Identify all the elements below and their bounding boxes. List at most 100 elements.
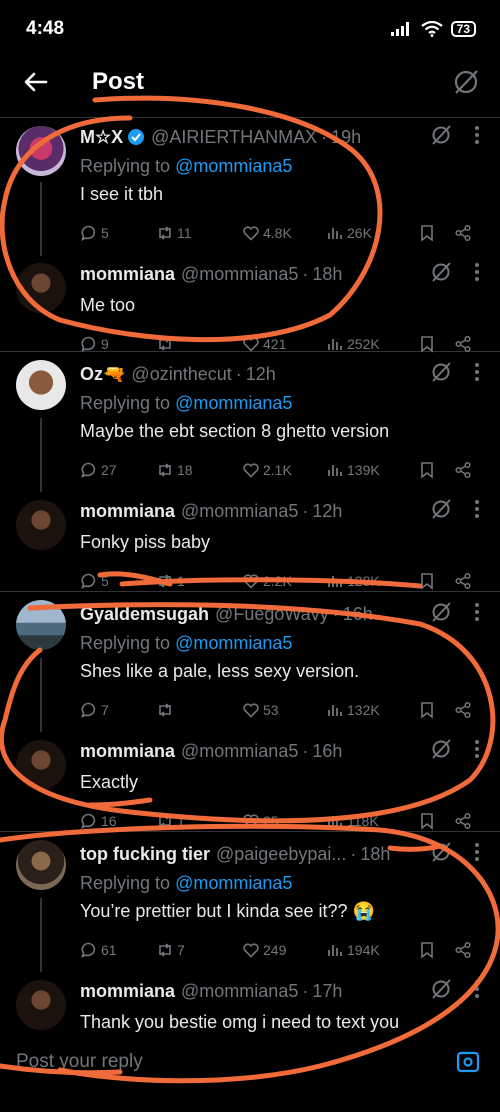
like-button[interactable]: 249 — [242, 941, 326, 959]
like-button[interactable]: 2.1K — [242, 461, 326, 479]
avatar[interactable] — [16, 980, 66, 1030]
display-name[interactable]: M☆X — [80, 127, 123, 148]
tweet[interactable]: Oz🔫 @ozinthecut · 12h Replying to @mommi… — [0, 352, 500, 492]
timestamp[interactable]: 18h — [360, 844, 390, 865]
bookmark-button[interactable] — [418, 335, 454, 353]
tweet[interactable]: mommiana @mommiana5 · 16h Exactly 16 1 2… — [0, 732, 500, 843]
views-button[interactable]: 252K — [326, 335, 418, 353]
retweet-button[interactable] — [156, 701, 242, 719]
display-name[interactable]: top fucking tier — [80, 844, 210, 865]
like-button[interactable]: 421 — [242, 335, 326, 353]
tweet[interactable]: mommiana @mommiana5 · 17h Thank you best… — [0, 972, 500, 1035]
tweet[interactable]: mommiana @mommiana5 · 18h Me too 9 421 2… — [0, 255, 500, 366]
retweet-button[interactable]: 1 — [156, 572, 242, 590]
reply-button[interactable]: 5 — [80, 572, 156, 590]
reply-button[interactable]: 7 — [80, 701, 156, 719]
share-button[interactable] — [454, 335, 472, 353]
avatar[interactable] — [16, 740, 66, 790]
user-handle[interactable]: @mommiana5 — [181, 501, 298, 522]
grok-icon[interactable] — [430, 261, 452, 283]
retweet-button[interactable]: 1 — [156, 812, 242, 830]
more-options-icon[interactable] — [474, 739, 480, 759]
reply-button[interactable]: 9 — [80, 335, 156, 353]
timestamp[interactable]: 18h — [312, 264, 342, 285]
share-button[interactable] — [454, 812, 472, 830]
share-button[interactable] — [454, 461, 472, 479]
user-handle[interactable]: @AIRIERTHANMAX — [151, 127, 317, 148]
more-options-icon[interactable] — [474, 979, 480, 999]
grok-icon[interactable] — [430, 498, 452, 520]
share-button[interactable] — [454, 941, 472, 959]
bookmark-button[interactable] — [418, 572, 454, 590]
like-button[interactable]: 2.2K — [242, 572, 326, 590]
user-handle[interactable]: @FuegoWavy — [215, 604, 329, 625]
user-handle[interactable]: @mommiana5 — [181, 741, 298, 762]
share-button[interactable] — [454, 701, 472, 719]
display-name[interactable]: mommiana — [80, 501, 175, 522]
mention-link[interactable]: @mommiana5 — [175, 873, 292, 893]
display-name[interactable]: Oz🔫 — [80, 364, 125, 385]
mention-link[interactable]: @mommiana5 — [175, 156, 292, 176]
display-name[interactable]: mommiana — [80, 981, 175, 1002]
views-button[interactable]: 139K — [326, 461, 418, 479]
more-options-icon[interactable] — [474, 362, 480, 382]
retweet-button[interactable]: 11 — [156, 224, 242, 242]
reply-button[interactable]: 5 — [80, 224, 156, 242]
grok-icon[interactable] — [430, 841, 452, 863]
like-button[interactable]: 25 — [242, 812, 326, 830]
tweet[interactable]: mommiana @mommiana5 · 12h Fonky piss bab… — [0, 492, 500, 603]
more-options-icon[interactable] — [474, 602, 480, 622]
avatar[interactable] — [16, 263, 66, 313]
more-options-icon[interactable] — [474, 125, 480, 145]
timestamp[interactable]: 12h — [246, 364, 276, 385]
bookmark-button[interactable] — [418, 224, 454, 242]
bookmark-button[interactable] — [418, 812, 454, 830]
timestamp[interactable]: 16h — [312, 741, 342, 762]
grok-icon[interactable] — [430, 978, 452, 1000]
bookmark-button[interactable] — [418, 701, 454, 719]
reply-input[interactable]: Post your reply — [16, 1051, 143, 1073]
avatar[interactable] — [16, 126, 66, 176]
timestamp[interactable]: 19h — [331, 127, 361, 148]
back-arrow-icon[interactable] — [22, 68, 50, 96]
retweet-button[interactable] — [156, 335, 242, 353]
views-button[interactable]: 194K — [326, 941, 418, 959]
user-handle[interactable]: @paigeebypai... — [216, 844, 346, 865]
mention-link[interactable]: @mommiana5 — [175, 393, 292, 413]
user-handle[interactable]: @ozinthecut — [131, 364, 231, 385]
reply-button[interactable]: 27 — [80, 461, 156, 479]
avatar[interactable] — [16, 600, 66, 650]
display-name[interactable]: mommiana — [80, 741, 175, 762]
avatar[interactable] — [16, 360, 66, 410]
display-name[interactable]: Gyaldemsugah — [80, 604, 209, 625]
tweet[interactable]: top fucking tier @paigeebypai... · 18h R… — [0, 832, 500, 972]
views-button[interactable]: 132K — [326, 701, 418, 719]
share-button[interactable] — [454, 572, 472, 590]
bookmark-button[interactable] — [418, 461, 454, 479]
retweet-button[interactable]: 18 — [156, 461, 242, 479]
user-handle[interactable]: @mommiana5 — [181, 981, 298, 1002]
grok-icon[interactable] — [430, 601, 452, 623]
more-options-icon[interactable] — [474, 262, 480, 282]
avatar[interactable] — [16, 840, 66, 890]
timestamp[interactable]: 17h — [312, 981, 342, 1002]
timestamp[interactable]: 16h — [343, 604, 373, 625]
grok-icon[interactable] — [452, 68, 480, 96]
more-options-icon[interactable] — [474, 842, 480, 862]
like-button[interactable]: 53 — [242, 701, 326, 719]
like-button[interactable]: 4.8K — [242, 224, 326, 242]
more-options-icon[interactable] — [474, 499, 480, 519]
views-button[interactable]: 118K — [326, 812, 418, 830]
retweet-button[interactable]: 7 — [156, 941, 242, 959]
tweet[interactable]: M☆X @AIRIERTHANMAX · 19h Replying to @mo… — [0, 118, 500, 256]
tweet[interactable]: Gyaldemsugah @FuegoWavy · 16h Replying t… — [0, 592, 500, 732]
views-button[interactable]: 128K — [326, 572, 418, 590]
bookmark-button[interactable] — [418, 941, 454, 959]
views-button[interactable]: 26K — [326, 224, 418, 242]
reply-composer[interactable]: Post your reply — [0, 1040, 500, 1084]
image-icon[interactable] — [454, 1048, 482, 1076]
display-name[interactable]: mommiana — [80, 264, 175, 285]
user-handle[interactable]: @mommiana5 — [181, 264, 298, 285]
timestamp[interactable]: 12h — [312, 501, 342, 522]
grok-icon[interactable] — [430, 124, 452, 146]
